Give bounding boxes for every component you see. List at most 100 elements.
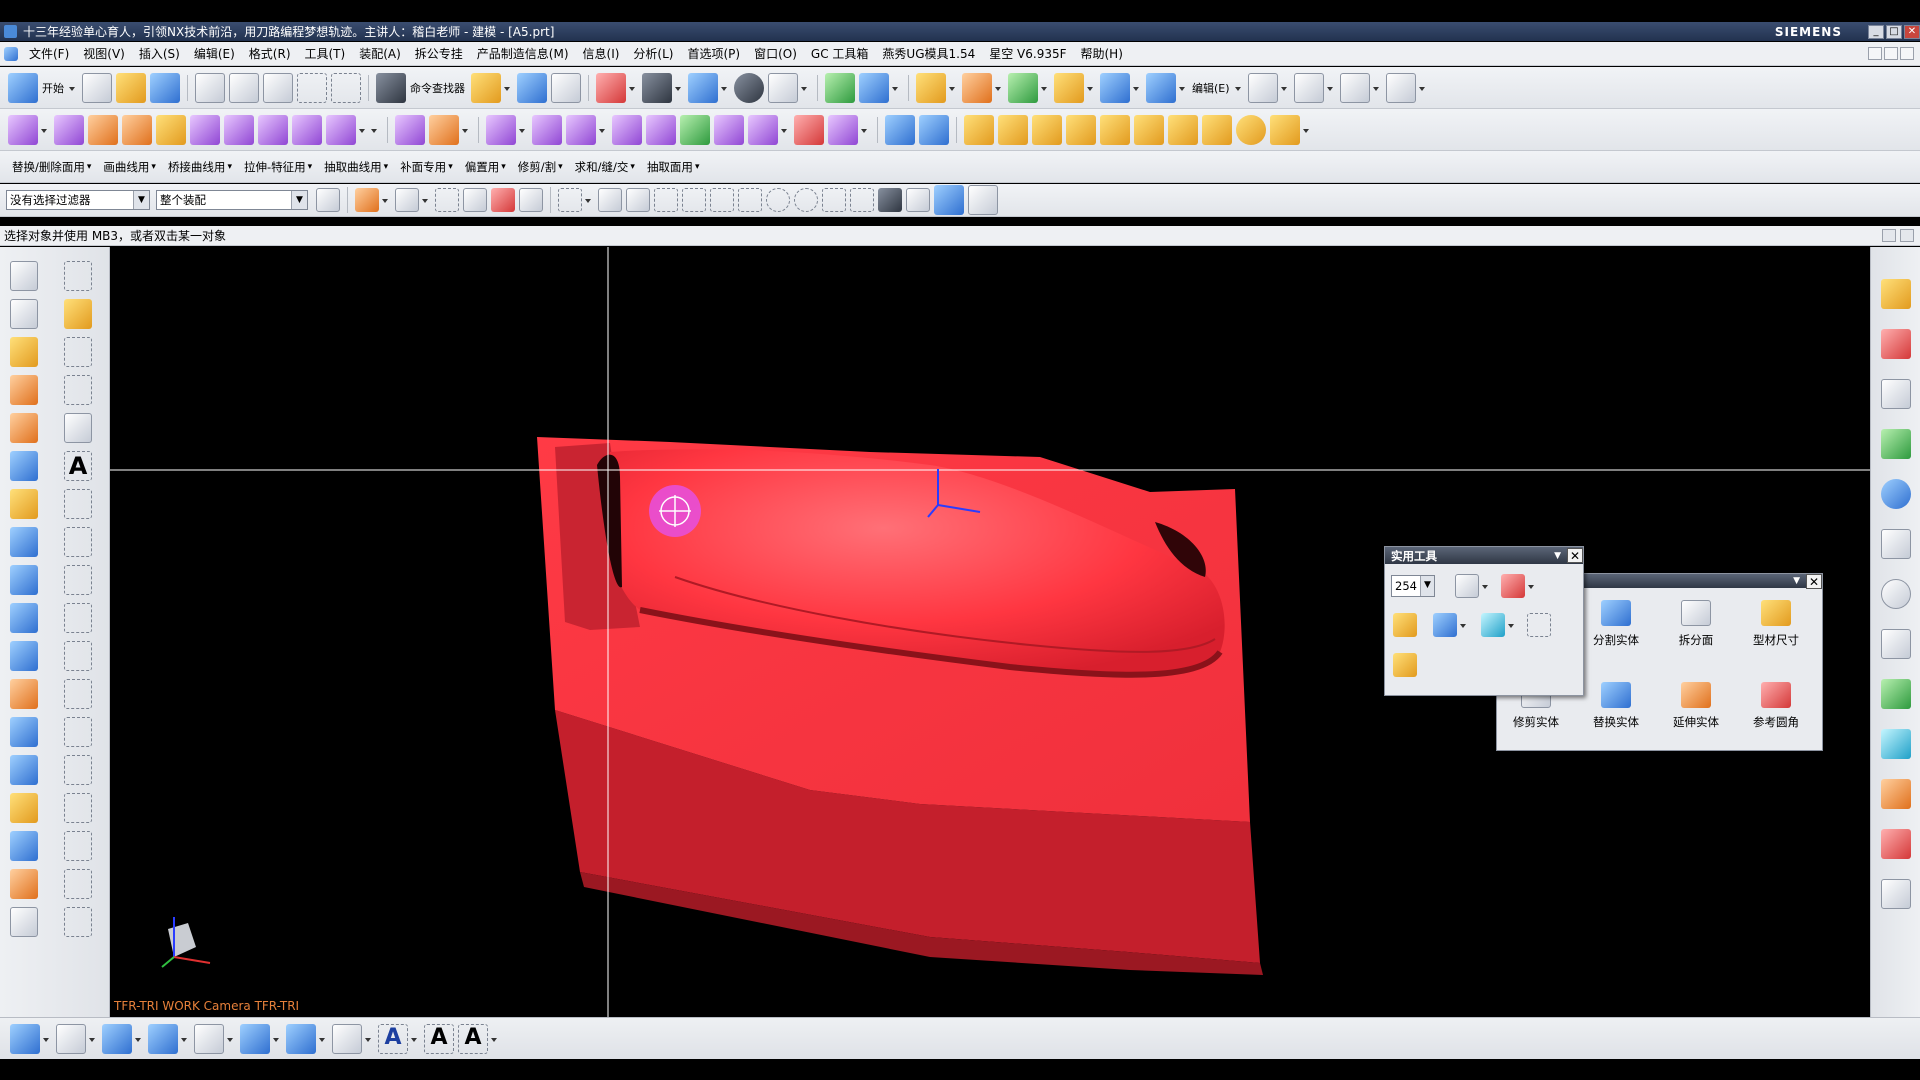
rotate-handle-icon[interactable] bbox=[626, 188, 650, 212]
layer-list-icon[interactable] bbox=[1455, 574, 1479, 598]
part-navigator-icon[interactable] bbox=[1880, 379, 1911, 409]
unite-icon[interactable] bbox=[190, 114, 220, 145]
system-materials-icon[interactable] bbox=[1880, 629, 1911, 659]
undo-select-icon[interactable] bbox=[435, 188, 459, 212]
edit-curve-icon[interactable] bbox=[1339, 72, 1370, 103]
quadrant-icon[interactable] bbox=[794, 188, 818, 212]
split-body-button[interactable]: 分割实体 bbox=[1581, 600, 1651, 648]
project-curve-icon[interactable] bbox=[64, 679, 92, 709]
sweep-dropdown[interactable] bbox=[598, 126, 606, 134]
selection-scope-dropdown[interactable]: 整个装配 ▼ bbox=[156, 190, 308, 210]
rib-icon[interactable] bbox=[1066, 114, 1096, 145]
tools-dropdown[interactable] bbox=[1040, 84, 1048, 92]
sew-icon[interactable] bbox=[794, 114, 824, 145]
control-point-icon[interactable] bbox=[710, 188, 734, 212]
show-hide-icon[interactable] bbox=[1433, 613, 1457, 637]
minimize-button[interactable]: _ bbox=[1868, 24, 1884, 39]
projected-view-icon[interactable] bbox=[148, 1023, 178, 1054]
annotation-text-icon[interactable]: A bbox=[378, 1023, 408, 1054]
drafting-icon[interactable] bbox=[10, 1023, 40, 1054]
patch-dropdown[interactable] bbox=[860, 126, 868, 134]
trim-sheet-icon[interactable] bbox=[714, 114, 744, 145]
filter-settings-icon[interactable] bbox=[316, 188, 340, 212]
stock-size-button[interactable]: 型材尺寸 bbox=[1741, 600, 1811, 648]
part-select-dropdown[interactable] bbox=[381, 196, 389, 204]
menu-file[interactable]: 文件(F) bbox=[22, 45, 76, 62]
orient-dropdown[interactable] bbox=[720, 84, 728, 92]
n-sided-icon[interactable] bbox=[680, 114, 710, 145]
reference-blend-button[interactable]: 参考圆角 bbox=[1741, 682, 1811, 730]
boss-icon[interactable] bbox=[326, 114, 356, 145]
edit-face-dropdown[interactable] bbox=[1280, 84, 1288, 92]
revolve-body-icon[interactable] bbox=[10, 413, 38, 443]
projected-view-dropdown[interactable] bbox=[180, 1035, 188, 1043]
hd3d-tools-icon[interactable] bbox=[1880, 479, 1911, 509]
hole-icon[interactable] bbox=[292, 114, 322, 145]
open-folder-icon[interactable] bbox=[116, 72, 146, 103]
sheet-stack-icon[interactable] bbox=[10, 869, 38, 899]
measure-icon[interactable] bbox=[471, 72, 501, 103]
pull-face-icon[interactable] bbox=[998, 114, 1028, 145]
part-select-icon[interactable] bbox=[355, 188, 379, 212]
divide-face-button[interactable]: 拆分面 bbox=[1661, 600, 1731, 648]
web-browser-icon[interactable] bbox=[1880, 529, 1911, 559]
cavity-icon[interactable] bbox=[1146, 72, 1176, 103]
orient-view-icon[interactable] bbox=[688, 72, 718, 103]
trim-curve-icon[interactable] bbox=[64, 831, 92, 861]
extension-icon[interactable] bbox=[748, 114, 778, 145]
start-dropdown[interactable] bbox=[68, 84, 76, 92]
curve-icon[interactable] bbox=[64, 603, 92, 633]
cylinder-icon[interactable] bbox=[156, 114, 186, 145]
layout-dropdown[interactable] bbox=[994, 84, 1002, 92]
drafting-dropdown[interactable] bbox=[42, 1035, 50, 1043]
extend-body-button[interactable]: 延伸实体 bbox=[1661, 682, 1731, 730]
component-icon[interactable] bbox=[10, 755, 38, 785]
blend-dropdown[interactable] bbox=[461, 126, 469, 134]
close-panel-button[interactable]: ✕ bbox=[1806, 573, 1822, 589]
disk-icon[interactable] bbox=[10, 907, 38, 937]
boss-dropdown[interactable] bbox=[358, 126, 366, 134]
select-body-icon[interactable] bbox=[463, 188, 487, 212]
edit-curve-dropdown[interactable] bbox=[1372, 84, 1380, 92]
hexagon-icon[interactable] bbox=[64, 527, 92, 557]
render-dropdown[interactable] bbox=[674, 84, 682, 92]
section-view-icon[interactable] bbox=[194, 1023, 224, 1054]
analysis-icon[interactable] bbox=[1481, 613, 1505, 637]
layer-box-icon[interactable] bbox=[768, 72, 798, 103]
line-icon[interactable] bbox=[64, 337, 92, 367]
rectangle-select-icon[interactable] bbox=[558, 188, 582, 212]
menu-tools[interactable]: 工具(T) bbox=[298, 45, 353, 62]
menu-analysis[interactable]: 分析(L) bbox=[626, 45, 680, 62]
detail-view-icon[interactable] bbox=[240, 1023, 270, 1054]
cavity-dropdown[interactable] bbox=[1178, 84, 1186, 92]
pad-icon[interactable] bbox=[1168, 114, 1198, 145]
insert-icon[interactable] bbox=[1054, 72, 1084, 103]
fit-dropdown[interactable] bbox=[628, 84, 636, 92]
distance-icon[interactable] bbox=[1527, 613, 1551, 637]
palette-icon[interactable] bbox=[1880, 879, 1911, 909]
menu-preferences[interactable]: 首选项(P) bbox=[680, 45, 747, 62]
process-studio-icon[interactable] bbox=[1880, 679, 1911, 709]
move-handle-icon[interactable] bbox=[598, 188, 622, 212]
select-point-icon[interactable] bbox=[491, 188, 515, 212]
menu-format[interactable]: 格式(R) bbox=[242, 45, 298, 62]
layers-icon[interactable] bbox=[10, 489, 38, 519]
blend-icon[interactable] bbox=[429, 114, 459, 145]
menu-help[interactable]: 帮助(H) bbox=[1074, 45, 1130, 62]
cross-icon[interactable] bbox=[64, 261, 92, 291]
menu-bridge-curve[interactable]: 桥接曲线用 bbox=[162, 159, 238, 175]
selection-filter-dropdown[interactable]: 没有选择过滤器 ▼ bbox=[6, 190, 150, 210]
arrow-body-icon[interactable] bbox=[10, 679, 38, 709]
point-on-face-icon[interactable] bbox=[878, 188, 902, 212]
break-view-dropdown[interactable] bbox=[318, 1035, 326, 1043]
edit-body-icon[interactable] bbox=[1385, 72, 1416, 103]
intersection-icon[interactable] bbox=[738, 188, 762, 212]
select-feature-icon[interactable] bbox=[519, 188, 543, 212]
reuse-library-icon[interactable] bbox=[1880, 429, 1911, 459]
render-style-icon[interactable] bbox=[642, 72, 672, 103]
table-note-icon[interactable] bbox=[332, 1023, 362, 1054]
copy-icon[interactable] bbox=[229, 72, 259, 103]
slab-icon[interactable] bbox=[10, 603, 38, 633]
detail-view-dropdown[interactable] bbox=[272, 1035, 280, 1043]
text-style-icon[interactable]: A bbox=[424, 1023, 454, 1054]
